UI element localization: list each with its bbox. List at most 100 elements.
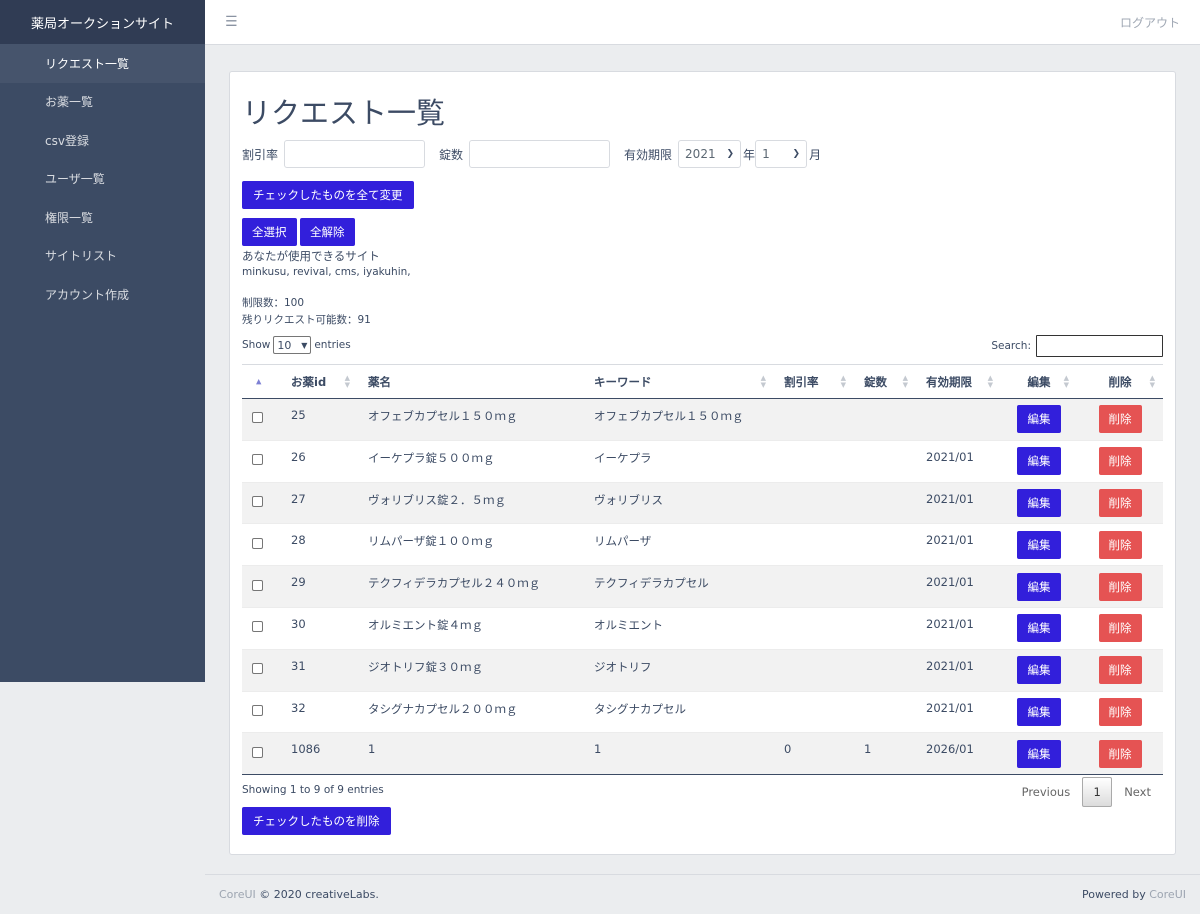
tablets-input[interactable] (469, 140, 611, 168)
cell-tablets (854, 440, 916, 483)
chevron-down-icon: ❯ (726, 149, 735, 159)
footer: CoreUI © 2020 creativeLabs. Powered by C… (205, 874, 1200, 914)
table-row: 28 リムパーザ錠１００ｍｇ リムパーザ 2021/01 編集 削除 (242, 523, 1163, 567)
edit-button[interactable]: 編集 (1017, 614, 1061, 643)
cell-delete: 削除 (1077, 649, 1163, 692)
header-discount[interactable]: 割引率 ▲ ▼ (774, 364, 854, 399)
cell-expiry: 2021/01 (916, 649, 1001, 692)
edit-button[interactable]: 編集 (1017, 697, 1061, 726)
header-checkbox-col[interactable]: ▲ (242, 364, 281, 399)
row-checkbox[interactable] (242, 691, 281, 734)
row-checkbox-input[interactable] (252, 454, 263, 466)
sidebar-item-site-list[interactable]: サイトリスト (0, 237, 205, 276)
sort-icon: ▲ ▼ (1063, 373, 1069, 389)
header-medicine-id[interactable]: お薬id ▲ ▼ (281, 364, 358, 399)
delete-button[interactable]: 削除 (1098, 405, 1142, 434)
delete-button[interactable]: 削除 (1098, 697, 1142, 726)
sidebar-item-user-list[interactable]: ユーザ一覧 (0, 160, 205, 199)
sidebar-item-medicine-list[interactable]: お薬一覧 (0, 83, 205, 122)
delete-button[interactable]: 削除 (1098, 739, 1142, 768)
cell-medicine-id: 28 (281, 523, 358, 567)
delete-button[interactable]: 削除 (1098, 614, 1142, 643)
hamburger-icon[interactable]: ☰ (225, 14, 238, 30)
pagination-page-current[interactable]: 1 (1082, 777, 1113, 807)
select-all-button[interactable]: 全選択 (242, 218, 297, 246)
row-checkbox[interactable] (242, 523, 281, 567)
cell-tablets (854, 398, 916, 441)
cell-delete: 削除 (1077, 440, 1163, 483)
table-row: 1086 1 1 0 1 2026/01 編集 削除 (242, 732, 1163, 776)
sidebar-item-csv-register[interactable]: csv登録 (0, 121, 205, 160)
logout-link[interactable]: ログアウト (1120, 14, 1180, 31)
row-checkbox-input[interactable] (252, 412, 263, 424)
sort-icon: ▲ ▼ (840, 373, 846, 389)
length-select[interactable]: 10 ▼ (273, 336, 312, 354)
cell-medicine-id: 32 (281, 691, 358, 734)
delete-button[interactable]: 削除 (1098, 530, 1142, 559)
cell-discount (774, 482, 854, 525)
row-checkbox[interactable] (242, 440, 281, 483)
cell-medicine-name: オルミエント錠４ｍｇ (358, 607, 584, 650)
row-checkbox-input[interactable] (252, 663, 263, 675)
row-checkbox-input[interactable] (252, 537, 263, 549)
edit-button[interactable]: 編集 (1017, 488, 1061, 517)
cell-keyword: ジオトリフ (584, 649, 774, 692)
change-checked-button[interactable]: チェックしたものを全て変更 (242, 181, 414, 209)
delete-button[interactable]: 削除 (1098, 656, 1142, 685)
delete-button[interactable]: 削除 (1098, 572, 1142, 601)
edit-button[interactable]: 編集 (1017, 447, 1061, 476)
delete-checked-button[interactable]: チェックしたものを削除 (242, 807, 391, 835)
row-checkbox-input[interactable] (252, 746, 263, 758)
row-checkbox[interactable] (242, 482, 281, 525)
row-checkbox[interactable] (242, 565, 281, 608)
row-checkbox[interactable] (242, 398, 281, 441)
showing-text: Showing 1 to 9 of 9 entries (242, 784, 384, 796)
header-delete[interactable]: 削除 ▲ ▼ (1077, 364, 1163, 399)
header-keyword[interactable]: キーワード ▲ ▼ (584, 364, 774, 399)
search-input[interactable] (1036, 335, 1163, 357)
footer-powered-link[interactable]: CoreUI (1149, 888, 1186, 901)
cell-discount (774, 398, 854, 441)
edit-button[interactable]: 編集 (1017, 530, 1061, 559)
row-checkbox-input[interactable] (252, 704, 263, 716)
header-expiry[interactable]: 有効期限 ▲ ▼ (916, 364, 1001, 399)
year-select[interactable]: 2021 ❯ (678, 140, 742, 168)
sidebar-item-create-account[interactable]: アカウント作成 (0, 275, 205, 314)
row-checkbox-input[interactable] (252, 495, 263, 507)
footer-left: CoreUI © 2020 creativeLabs. (219, 888, 379, 901)
edit-button[interactable]: 編集 (1017, 405, 1061, 434)
discount-input[interactable] (284, 140, 426, 168)
row-checkbox-input[interactable] (252, 579, 263, 591)
row-checkbox[interactable] (242, 649, 281, 692)
row-checkbox[interactable] (242, 732, 281, 776)
header-tablets[interactable]: 錠数 ▲ ▼ (854, 364, 916, 399)
deselect-all-button[interactable]: 全解除 (300, 218, 355, 246)
delete-button[interactable]: 削除 (1098, 488, 1142, 517)
edit-button[interactable]: 編集 (1017, 739, 1061, 768)
edit-button[interactable]: 編集 (1017, 572, 1061, 601)
row-checkbox[interactable] (242, 607, 281, 650)
row-checkbox-input[interactable] (252, 621, 263, 633)
month-select[interactable]: 1 ❯ (755, 140, 808, 168)
header-edit[interactable]: 編集 ▲ ▼ (1001, 364, 1077, 399)
sidebar-item-request-list[interactable]: リクエスト一覧 (0, 44, 205, 83)
cell-keyword: タシグナカプセル (584, 691, 774, 734)
edit-button[interactable]: 編集 (1017, 656, 1061, 685)
sidebar-item-permission-list[interactable]: 権限一覧 (0, 198, 205, 237)
cell-tablets: 1 (854, 732, 916, 776)
table-row: 31 ジオトリフ錠３０ｍｇ ジオトリフ 2021/01 編集 削除 (242, 649, 1163, 692)
header-medicine-name[interactable]: 薬名 (358, 364, 584, 399)
search-label: Search: (991, 340, 1031, 352)
cell-keyword: オルミエント (584, 607, 774, 650)
footer-brand-link[interactable]: CoreUI (219, 888, 256, 901)
cell-delete: 削除 (1077, 732, 1163, 776)
delete-button[interactable]: 削除 (1098, 447, 1142, 476)
sidebar-brand[interactable]: 薬局オークションサイト (0, 0, 205, 44)
sidebar-nav: リクエスト一覧 お薬一覧 csv登録 ユーザ一覧 権限一覧 サイトリスト アカウ… (0, 44, 205, 314)
cell-tablets (854, 607, 916, 650)
pagination-next[interactable]: Next (1112, 785, 1163, 799)
cell-tablets (854, 649, 916, 692)
cell-discount (774, 440, 854, 483)
pagination-previous[interactable]: Previous (1010, 785, 1083, 799)
cell-edit: 編集 (1001, 440, 1077, 483)
